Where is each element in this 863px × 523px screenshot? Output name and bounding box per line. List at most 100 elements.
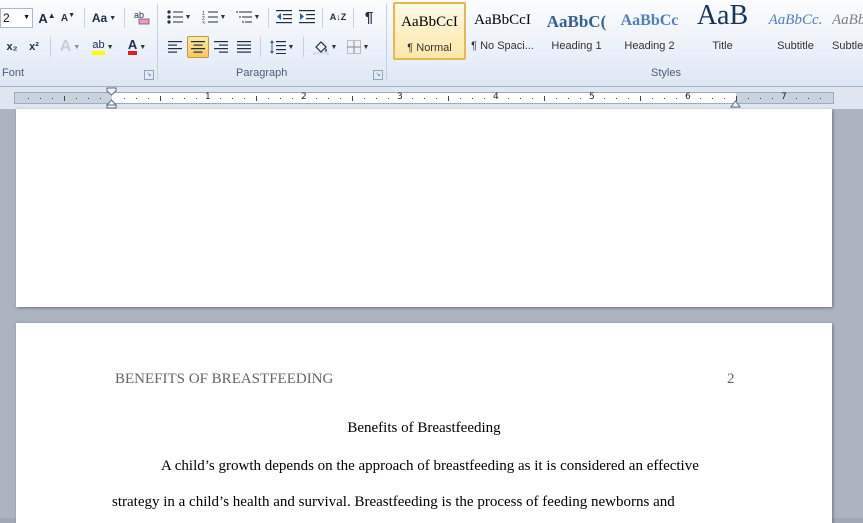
font-size-value: 2 xyxy=(3,11,10,25)
paint-bucket-icon xyxy=(313,41,328,55)
ruler-dot xyxy=(508,98,509,99)
ruler-dot xyxy=(184,98,185,99)
pilcrow-icon: ¶ xyxy=(364,8,374,26)
ruler-dot xyxy=(292,98,293,99)
style-subtle-emphasis[interactable]: AaBb Subtle xyxy=(832,2,863,60)
ruler-dot xyxy=(628,98,629,99)
svg-text:3: 3 xyxy=(202,21,205,24)
ruler-dot xyxy=(340,98,341,99)
ruler-dot xyxy=(196,98,197,99)
paragraph-line: strategy in a child’s health and surviva… xyxy=(112,494,675,510)
shading-button[interactable]: ▼ xyxy=(309,36,341,58)
multilevel-list-button[interactable]: ▼ xyxy=(232,7,264,27)
style-normal[interactable]: AaBbCcI ¶ Normal xyxy=(393,2,466,60)
change-case-button[interactable]: Aa ▼ xyxy=(90,8,118,28)
ruler-dot xyxy=(436,98,437,99)
ruler-dot xyxy=(652,98,653,99)
horizontal-ruler[interactable]: 1 2 3 4 5 6 7 xyxy=(0,87,863,109)
chevron-down-icon: ▼ xyxy=(330,43,338,51)
ruler-dot xyxy=(796,98,797,99)
divider xyxy=(353,8,354,28)
align-right-button[interactable] xyxy=(210,36,232,58)
ruler-dot xyxy=(580,98,581,99)
style-no-spacing[interactable]: AaBbCcI ¶ No Spaci... xyxy=(466,2,539,60)
chevron-down-icon: ▼ xyxy=(219,13,227,21)
numbering-button[interactable]: 1 2 3 ▼ xyxy=(198,7,230,27)
increase-indent-button[interactable] xyxy=(296,7,318,27)
ruler-dot xyxy=(724,98,725,99)
style-subtitle[interactable]: AaBbCc. Subtitle xyxy=(759,2,832,60)
bullets-button[interactable]: ▼ xyxy=(164,7,194,27)
ruler-dot xyxy=(100,98,101,99)
ruler-bar[interactable]: 1 2 3 4 5 6 7 xyxy=(14,92,834,104)
align-left-button[interactable] xyxy=(164,36,186,58)
ruler-dot xyxy=(316,98,317,99)
ruler-dot xyxy=(412,98,413,99)
ruler-dot xyxy=(244,98,245,99)
ruler-dot xyxy=(748,98,749,99)
style-title[interactable]: AaB Title xyxy=(686,2,759,60)
font-size-dropdown-icon[interactable]: ▼ xyxy=(23,9,30,27)
font-size-box[interactable]: 2 ▼ xyxy=(0,8,33,28)
page-2[interactable]: BENEFITS OF BREASTFEEDING 2 Benefits of … xyxy=(16,323,832,523)
highlight-icon: ab xyxy=(92,39,105,55)
ruler-number: 3 xyxy=(397,92,403,102)
bullets-icon xyxy=(166,10,183,24)
ruler-half-tick xyxy=(256,96,257,101)
clear-formatting-button[interactable]: ab xyxy=(131,6,153,28)
highlight-button[interactable]: ab ▼ xyxy=(87,37,119,57)
chevron-down-icon: ▼ xyxy=(253,13,261,21)
document-area[interactable]: BENEFITS OF BREASTFEEDING 2 Benefits of … xyxy=(0,109,863,523)
ruler-number: 6 xyxy=(685,92,691,102)
ruler-half-tick xyxy=(352,96,353,101)
font-color-button[interactable]: A ▼ xyxy=(121,37,153,57)
grow-font-button[interactable]: A ▲ xyxy=(37,8,57,28)
font-dialog-launcher-icon[interactable]: ↘ xyxy=(144,70,154,80)
borders-button[interactable]: ▼ xyxy=(342,36,374,58)
ruler-number: 7 xyxy=(781,92,787,102)
ruler-dot xyxy=(364,98,365,99)
ruler-dot xyxy=(232,98,233,99)
ruler-dot xyxy=(328,98,329,99)
svg-text:ab: ab xyxy=(134,10,144,20)
running-header: BENEFITS OF BREASTFEEDING xyxy=(115,371,334,387)
ruler-dot xyxy=(88,98,89,99)
ruler-dot xyxy=(268,98,269,99)
chevron-down-icon: ▼ xyxy=(106,43,114,51)
justify-button[interactable] xyxy=(233,36,255,58)
paragraph-line: A child’s growth depends on the approach… xyxy=(161,458,699,474)
group-divider xyxy=(157,4,158,80)
ruler-dot xyxy=(712,98,713,99)
align-center-button[interactable] xyxy=(187,36,209,58)
paragraph-dialog-launcher-icon[interactable]: ↘ xyxy=(373,70,383,80)
ruler-number: 1 xyxy=(205,92,211,102)
style-heading-2[interactable]: AaBbCc Heading 2 xyxy=(613,2,686,60)
indent-marker-icon xyxy=(105,87,118,109)
ruler-number: 5 xyxy=(589,92,595,102)
ruler-dot xyxy=(556,98,557,99)
chevron-down-icon: ▼ xyxy=(287,43,295,51)
chevron-down-icon: ▼ xyxy=(109,14,117,22)
ruler-dot xyxy=(484,98,485,99)
right-indent-icon xyxy=(730,100,741,108)
ruler-dot xyxy=(280,98,281,99)
numbering-icon: 123 xyxy=(202,11,218,24)
show-formatting-marks-button[interactable]: ¶ xyxy=(358,6,380,28)
style-heading-1[interactable]: AaBbC( Heading 1 xyxy=(540,2,613,60)
styles-gallery: AaBbCcI ¶ Normal AaBbCcI ¶ No Spaci... A… xyxy=(392,2,863,62)
line-spacing-button[interactable]: ▼ xyxy=(266,36,298,58)
divider xyxy=(268,8,269,28)
shrink-font-button[interactable]: A ▼ xyxy=(58,8,78,28)
ruler-dot xyxy=(676,98,677,99)
font-color-icon: A xyxy=(127,38,138,55)
font-group-label: Font xyxy=(2,67,25,79)
divider xyxy=(50,37,51,57)
page-1-bottom[interactable] xyxy=(16,109,832,307)
decrease-indent-button[interactable] xyxy=(273,7,295,27)
divider xyxy=(124,8,125,28)
text-effects-button[interactable]: A ▼ xyxy=(56,37,84,57)
subscript-button[interactable]: x₂ xyxy=(2,37,22,57)
superscript-button[interactable]: x² xyxy=(24,37,44,57)
sort-button[interactable]: A↓Z xyxy=(327,6,349,28)
grow-arrow-icon: ▲ xyxy=(47,10,56,20)
